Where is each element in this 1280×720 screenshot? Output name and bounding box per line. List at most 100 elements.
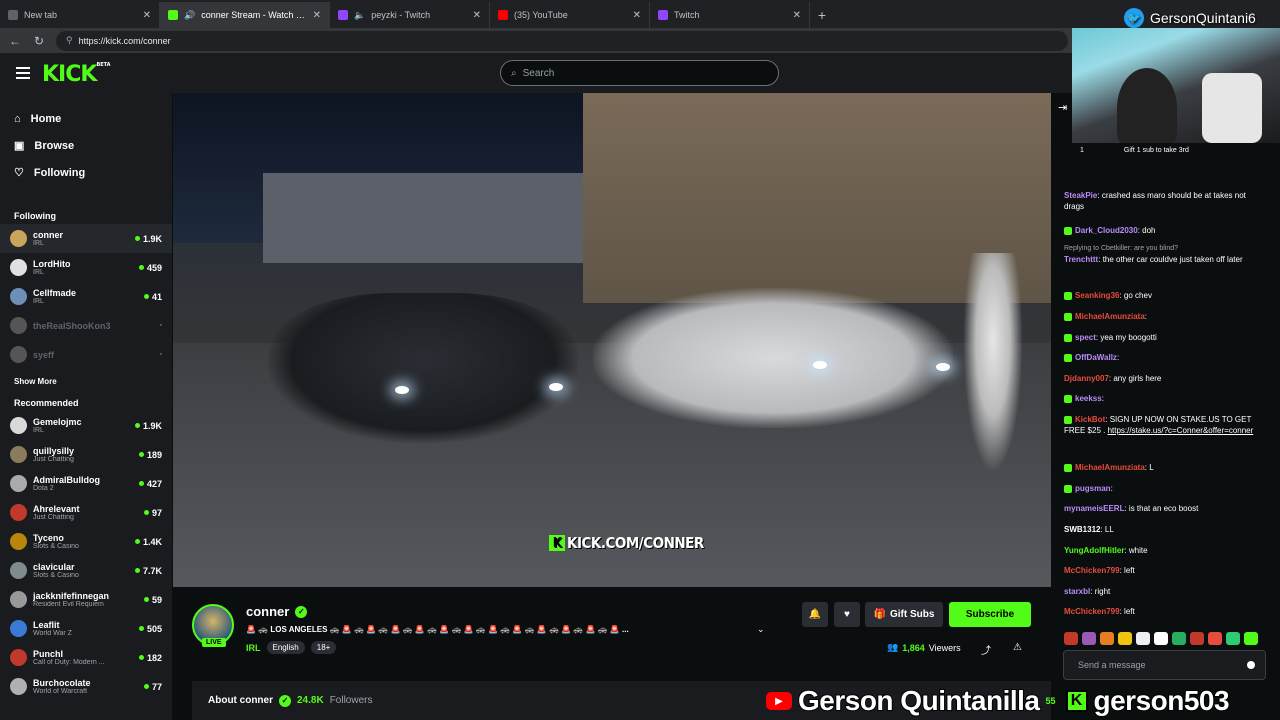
channel-category: IRL bbox=[33, 240, 44, 247]
share-icon[interactable]: ⤴ bbox=[981, 642, 991, 657]
emote[interactable] bbox=[1190, 632, 1204, 645]
category-link[interactable]: IRL bbox=[246, 643, 261, 653]
video-player[interactable]: K KICK.COM/CONNER bbox=[173, 93, 1051, 587]
close-icon[interactable]: ✕ bbox=[313, 10, 321, 21]
sidebar-channel-quillysilly[interactable]: quillysilly Just Chatting 189 bbox=[0, 440, 172, 469]
gift-label: Gift Subs bbox=[890, 609, 935, 620]
emote[interactable] bbox=[1172, 632, 1186, 645]
browser-tab[interactable]: Twitch ✕ bbox=[650, 2, 810, 28]
gift-subs-button[interactable]: 🎁 Gift Subs bbox=[865, 602, 943, 627]
chat-text: yea my boogotti bbox=[1100, 333, 1157, 342]
emote[interactable] bbox=[1100, 632, 1114, 645]
emote[interactable] bbox=[1064, 632, 1078, 645]
chat-username[interactable]: McChicken799 bbox=[1064, 607, 1120, 616]
follow-button[interactable]: ♥ bbox=[834, 602, 860, 627]
viewer-count: 41 bbox=[143, 292, 162, 302]
reload-icon[interactable]: ↻ bbox=[32, 34, 46, 48]
sidebar-channel-leaflit[interactable]: Leaflit World War Z 505 bbox=[0, 614, 172, 643]
chat-username[interactable]: keekss bbox=[1075, 394, 1102, 403]
search-input[interactable]: ⌕ Search bbox=[500, 60, 779, 86]
tag-pill[interactable]: English bbox=[266, 641, 305, 654]
emote[interactable] bbox=[1244, 632, 1258, 645]
sidebar-channel-clavicular[interactable]: clavicular Slots & Casino 7.7K bbox=[0, 556, 172, 585]
viewer-count: 459 bbox=[138, 263, 162, 273]
close-icon[interactable]: ✕ bbox=[793, 10, 801, 21]
emote[interactable] bbox=[1208, 632, 1222, 645]
close-icon[interactable]: ✕ bbox=[633, 10, 641, 21]
sidebar-channel-lordhito[interactable]: LordHito IRL 459 bbox=[0, 253, 172, 282]
speaker-icon[interactable]: 🔊 bbox=[184, 10, 195, 21]
chat-username[interactable]: pugsman bbox=[1075, 484, 1111, 493]
emoji-icon[interactable] bbox=[1247, 661, 1255, 669]
stream-title[interactable]: 🚨 🚓 LOS ANGELES 🚓 🚨 🚓 🚨 🚓 🚨 🚓 🚨 🚓 🚨 🚓 🚨 … bbox=[246, 625, 766, 634]
channel-name: Burchocolate bbox=[33, 678, 91, 688]
gift-prompt[interactable]: Gift 1 sub to take 3rd bbox=[1124, 147, 1189, 154]
chat-username[interactable]: Trenchttt bbox=[1064, 255, 1098, 264]
webcam-person bbox=[1117, 68, 1177, 143]
chat-colon: : bbox=[1144, 312, 1148, 321]
report-icon[interactable]: ⚠ bbox=[1013, 642, 1022, 653]
sidebar-channel-jackknifefinnegan[interactable]: jackknifefinnegan Resident Evil Requiem 59 bbox=[0, 585, 172, 614]
emote[interactable] bbox=[1154, 632, 1168, 645]
nav-home[interactable]: ⌂ Home bbox=[14, 105, 172, 132]
channel-category: World of Warcraft bbox=[33, 688, 88, 695]
browser-tab[interactable]: New tab ✕ bbox=[0, 2, 160, 28]
chevron-down-icon[interactable]: ⌄ bbox=[757, 624, 765, 635]
chat-username[interactable]: OffDaWallz bbox=[1075, 353, 1117, 362]
chat-username[interactable]: Djdanny007 bbox=[1064, 374, 1109, 383]
sidebar-channel-admiralbulldog[interactable]: AdmiralBulldog Dota 2 427 bbox=[0, 469, 172, 498]
emote[interactable] bbox=[1082, 632, 1096, 645]
chat-username[interactable]: McChicken799 bbox=[1064, 566, 1120, 575]
nav-following[interactable]: ♡ Following bbox=[14, 159, 172, 186]
chat-username[interactable]: Seanking36 bbox=[1075, 291, 1119, 300]
back-icon[interactable]: ← bbox=[8, 34, 22, 48]
browser-tab-active[interactable]: 🔊 conner Stream - Watch Live on Kick ✕ bbox=[160, 2, 330, 28]
live-dot-icon bbox=[134, 236, 140, 241]
chat-username[interactable]: YungAdolfHitler bbox=[1064, 546, 1124, 555]
webcam-chair bbox=[1202, 73, 1262, 143]
chat-username[interactable]: SWB1312 bbox=[1064, 525, 1100, 534]
sidebar-channel-tyceno[interactable]: Tyceno Slots & Casino 1.4K bbox=[0, 527, 172, 556]
sidebar-channel-burchocolate[interactable]: Burchocolate World of Warcraft 77 bbox=[0, 672, 172, 701]
chat-input[interactable]: Send a message bbox=[1063, 650, 1266, 680]
channel-name: jackknifefinnegan bbox=[33, 591, 110, 601]
menu-icon[interactable] bbox=[16, 67, 30, 79]
browser-tab[interactable]: 🔈 peyzki - Twitch ✕ bbox=[330, 2, 490, 28]
collapse-chat-icon[interactable]: ⇥ bbox=[1058, 101, 1067, 114]
site-info-icon[interactable]: ⚲ bbox=[66, 35, 73, 46]
sidebar-channel-syeff[interactable]: syeff ▪ bbox=[0, 340, 172, 369]
speaker-icon[interactable]: 🔈 bbox=[354, 10, 365, 21]
viewer-count: 427 bbox=[138, 479, 162, 489]
chat-username[interactable]: SteakPie bbox=[1064, 191, 1097, 200]
chat-username[interactable]: MichaelAmunziata bbox=[1075, 312, 1145, 321]
chat-username[interactable]: mynameisEERL bbox=[1064, 504, 1124, 513]
close-icon[interactable]: ✕ bbox=[473, 10, 481, 21]
streamer-name[interactable]: conner ✓ bbox=[246, 604, 308, 619]
chat-username[interactable]: Dark_Cloud2030 bbox=[1075, 226, 1138, 235]
chat-username[interactable]: spect bbox=[1075, 333, 1096, 342]
tag-pill[interactable]: 18+ bbox=[310, 641, 337, 654]
live-dot-icon bbox=[143, 510, 149, 515]
browser-tab[interactable]: (35) YouTube ✕ bbox=[490, 2, 650, 28]
close-icon[interactable]: ✕ bbox=[143, 10, 151, 21]
sidebar-channel-conner[interactable]: conner IRL 1.9K bbox=[0, 224, 172, 253]
notifications-button[interactable]: 🔔 bbox=[802, 602, 828, 627]
chat-link[interactable]: https://stake.us/?c=Conner&offer=conner bbox=[1108, 426, 1254, 435]
sidebar-channel-punchi[interactable]: PunchI Call of Duty: Modern ... 182 bbox=[0, 643, 172, 672]
chat-username[interactable]: starxbl bbox=[1064, 587, 1090, 596]
kick-logo[interactable]: KICKBETA bbox=[42, 62, 111, 87]
url-field[interactable]: ⚲ https://kick.com/conner bbox=[56, 30, 1068, 51]
emote[interactable] bbox=[1136, 632, 1150, 645]
subscribe-button[interactable]: Subscribe bbox=[949, 602, 1031, 627]
chat-username[interactable]: MichaelAmunziata bbox=[1075, 463, 1145, 472]
sidebar-channel-gemelojmc[interactable]: Gemelojmc IRL 1.9K bbox=[0, 411, 172, 440]
emote[interactable] bbox=[1226, 632, 1240, 645]
emote[interactable] bbox=[1118, 632, 1132, 645]
chat-username[interactable]: KickBot bbox=[1075, 415, 1105, 424]
sidebar-channel-ahrelevant[interactable]: Ahrelevant Just Chatting 97 bbox=[0, 498, 172, 527]
show-more-button[interactable]: Show More bbox=[0, 369, 172, 395]
sidebar-channel-cellfmade[interactable]: Cellfmade IRL 41 bbox=[0, 282, 172, 311]
nav-browse[interactable]: ▣ Browse bbox=[14, 132, 172, 159]
sidebar-channel-therealshookon3[interactable]: theRealShooKon3 ▪ bbox=[0, 311, 172, 340]
new-tab-button[interactable]: + bbox=[810, 2, 834, 28]
